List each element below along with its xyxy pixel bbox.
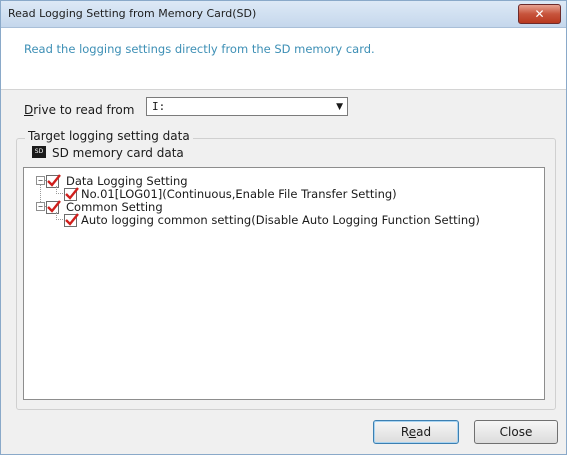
window-title: Read Logging Setting from Memory Card(SD… (8, 7, 257, 20)
drive-select-value: I: (152, 100, 166, 113)
target-group-label: Target logging setting data (25, 129, 193, 143)
drive-label: Drive to read from (24, 103, 134, 117)
checkbox-auto-logging-common[interactable] (64, 213, 79, 227)
tree-item-common-setting[interactable]: Common Setting (66, 200, 163, 214)
read-button[interactable]: Read (373, 420, 459, 444)
window-close-button[interactable]: ✕ (518, 4, 561, 24)
drive-label-mnemonic: D (24, 103, 34, 117)
checkmark-icon (65, 187, 79, 200)
close-button[interactable]: Close (474, 420, 558, 444)
title-bar[interactable]: Read Logging Setting from Memory Card(SD… (1, 1, 566, 28)
sd-card-icon: SD (32, 146, 46, 158)
checkmark-icon (47, 174, 61, 187)
checkmark-icon (47, 200, 61, 213)
close-icon: ✕ (534, 7, 545, 21)
minus-box-icon[interactable]: − (36, 202, 45, 211)
sd-memory-card-label: SD memory card data (52, 146, 184, 160)
drive-label-rest: rive to read from (33, 103, 135, 117)
drive-select[interactable]: I: ▼ (146, 97, 348, 116)
checkbox-data-logging-setting[interactable] (46, 174, 61, 188)
logging-setting-tree[interactable]: − Data Logging Setting No.01[LOG01](Cont… (23, 167, 545, 400)
tree-item-log01[interactable]: No.01[LOG01](Continuous,Enable File Tran… (81, 187, 397, 201)
dialog-window: Read Logging Setting from Memory Card(SD… (0, 0, 567, 455)
description-text: Read the logging settings directly from … (24, 42, 375, 56)
checkmark-icon (65, 213, 79, 226)
read-button-label: Read (400, 425, 432, 439)
description-band: Read the logging settings directly from … (1, 28, 566, 90)
checkbox-common-setting[interactable] (46, 200, 61, 214)
minus-box-icon[interactable]: − (36, 176, 45, 185)
chevron-down-icon[interactable]: ▼ (336, 100, 343, 114)
tree-item-auto-logging-common[interactable]: Auto logging common setting(Disable Auto… (81, 213, 480, 227)
tree-item-data-logging-setting[interactable]: Data Logging Setting (66, 174, 188, 188)
